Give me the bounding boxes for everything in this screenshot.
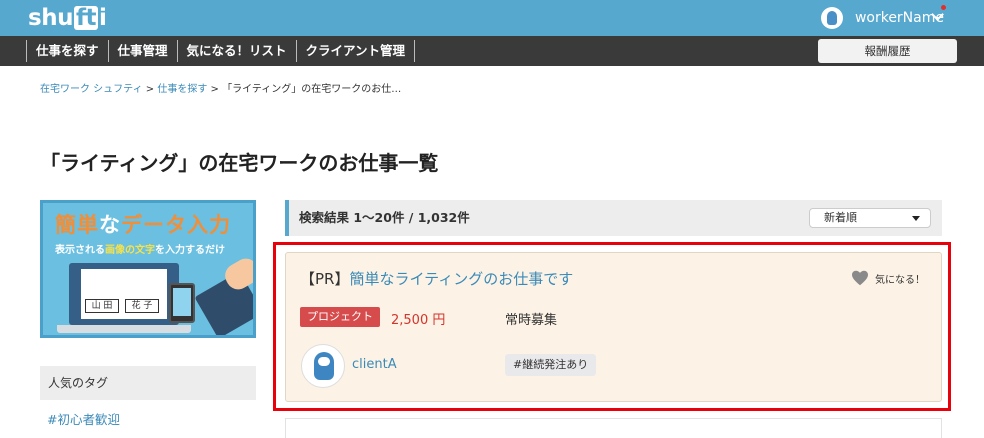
page-title: 「ライティング」の在宅ワークのお仕事一覧: [40, 151, 439, 175]
notification-dot-icon: [941, 5, 946, 10]
banner-sub-2: 画像の文字: [105, 245, 155, 256]
username: workerName: [854, 10, 944, 26]
banner-sub-1: 表示される: [55, 245, 105, 256]
breadcrumb-sep: >: [207, 84, 223, 95]
nav-item-job-management[interactable]: 仕事管理: [107, 40, 177, 62]
nav-item-client-management[interactable]: クライアント管理: [295, 40, 416, 62]
nav-item-favorites[interactable]: 気になる！リスト: [176, 40, 296, 62]
banner-field-name1: 山 田: [85, 299, 119, 313]
laptop-base-illustration: [57, 325, 191, 333]
top-header: shu ft i workerName: [0, 0, 984, 36]
job-card[interactable]: 【PR】簡単なライティングのお仕事です 気になる！ プロジェクト 2,500 円…: [285, 252, 942, 402]
main-nav: 仕事を探す 仕事管理 気になる！リスト クライアント管理 報酬履歴: [0, 36, 984, 66]
client-avatar[interactable]: [301, 344, 345, 388]
phone-illustration: [169, 283, 195, 323]
recruitment-status: 常時募集: [505, 313, 558, 328]
favorite-button[interactable]: 気になる！: [851, 270, 925, 286]
data-entry-banner[interactable]: 簡単なデータ入力 表示される画像の文字を入力するだけ 山 田 花 子: [40, 200, 256, 338]
job-price: 2,500 円: [391, 313, 446, 328]
shufti-logo[interactable]: shu ft i: [28, 5, 107, 31]
banner-subtitle: 表示される画像の文字を入力するだけ: [55, 241, 225, 256]
banner-title-1: 簡単: [55, 213, 99, 237]
banner-field-name2: 花 子: [125, 299, 159, 313]
job-title[interactable]: 【PR】簡単なライティングのお仕事です: [300, 268, 573, 289]
banner-title: 簡単なデータ入力: [55, 209, 231, 239]
results-summary: 検索結果 1〜20件 / 1,032件: [299, 210, 470, 225]
breadcrumb-home[interactable]: 在宅ワーク シュフティ: [40, 84, 143, 95]
payment-history-button[interactable]: 報酬履歴: [818, 39, 957, 63]
logo-text-2: ft: [73, 5, 98, 31]
nav-item-find-jobs[interactable]: 仕事を探す: [26, 40, 108, 62]
sort-select[interactable]: 新着順: [809, 208, 931, 228]
job-type-badge: プロジェクト: [300, 307, 380, 327]
next-job-card[interactable]: [285, 418, 942, 438]
banner-title-3: データ入力: [121, 213, 231, 237]
results-bar: 検索結果 1〜20件 / 1,032件 新着順: [285, 200, 942, 236]
popular-tags-heading: 人気のタグ: [40, 366, 256, 400]
caret-down-icon: [912, 216, 920, 221]
tag-link[interactable]: #初心者歓迎: [47, 409, 120, 428]
breadcrumb-sep: >: [142, 84, 158, 95]
banner-sub-3: を入力するだけ: [155, 245, 225, 256]
favorite-label: 気になる！: [875, 274, 925, 286]
user-avatar: [820, 7, 843, 29]
breadcrumb: 在宅ワーク シュフティ > 仕事を探す > 「ライティング」の在宅ワークのお仕…: [40, 80, 401, 95]
breadcrumb-current: 「ライティング」の在宅ワークのお仕…: [222, 84, 402, 95]
sort-selected-value: 新着順: [824, 211, 857, 224]
logo-text-1: shu: [28, 5, 73, 31]
user-menu[interactable]: workerName: [820, 5, 944, 31]
client-tag[interactable]: #継続発注あり: [505, 354, 597, 376]
heart-icon: [852, 270, 868, 286]
banner-title-2: な: [99, 213, 121, 237]
mascot-face: [318, 357, 330, 366]
breadcrumb-search[interactable]: 仕事を探す: [157, 84, 207, 95]
logo-text-3: i: [98, 5, 107, 31]
client-name-link[interactable]: clientA: [352, 357, 397, 372]
pr-prefix: 【PR】: [300, 270, 350, 288]
job-title-link[interactable]: 簡単なライティングのお仕事です: [349, 270, 573, 288]
nav-items: 仕事を探す 仕事管理 気になる！リスト クライアント管理: [26, 36, 416, 66]
